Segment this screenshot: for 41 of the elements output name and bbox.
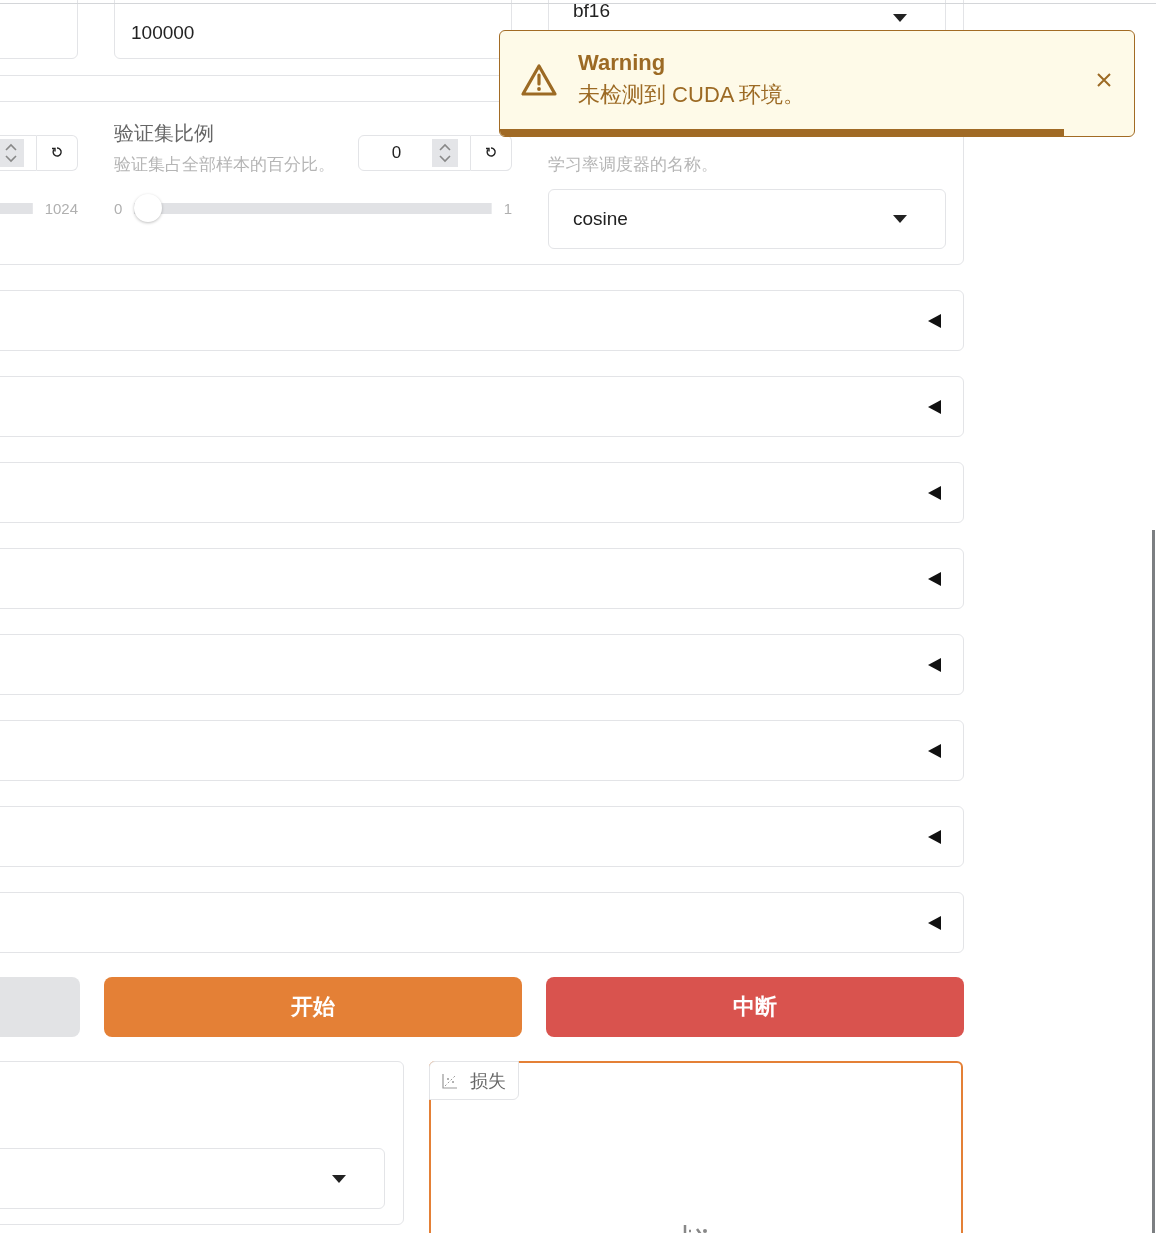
caret-icon: [927, 399, 941, 414]
warning-icon: [520, 62, 558, 97]
caret-icon: [927, 313, 941, 328]
caret-icon: [332, 1174, 346, 1183]
caret-icon: [927, 915, 941, 930]
accordion[interactable]: [0, 376, 964, 437]
accordion[interactable]: [0, 720, 964, 781]
caret-icon: [893, 215, 907, 223]
caret-icon: [893, 14, 907, 22]
close-button[interactable]: [1096, 71, 1112, 88]
caret-icon: [927, 485, 941, 500]
caret-icon: [927, 571, 941, 586]
field-label: 验证集比例: [114, 121, 215, 146]
field-description: 学习率调度器的名称。: [548, 154, 719, 176]
slider-max: 1024: [44, 199, 78, 217]
reset-icon: [485, 146, 497, 158]
caret-icon: [927, 743, 941, 758]
plot-label: 损失: [429, 1061, 519, 1100]
field-description: 验证集占全部样本的百分比。: [114, 154, 335, 176]
caret-icon: [927, 829, 941, 844]
accordion[interactable]: [0, 290, 964, 351]
scrollbar-thumb[interactable]: [1152, 530, 1155, 1233]
action-button[interactable]: 中断: [546, 977, 964, 1037]
accordion[interactable]: [0, 892, 964, 953]
toast-message: 未检测到 CUDA 环境。: [578, 80, 807, 109]
accordion[interactable]: [0, 634, 964, 695]
reset-icon: [51, 146, 63, 158]
close-icon: [1096, 71, 1112, 88]
accordion[interactable]: [0, 548, 964, 609]
slider-min: 0: [114, 199, 123, 217]
dropdown[interactable]: cosine: [548, 189, 946, 249]
reset-button[interactable]: [471, 135, 512, 171]
accordion[interactable]: [0, 806, 964, 867]
toast-title: Warning: [578, 49, 667, 76]
number-field[interactable]: 0: [358, 135, 471, 171]
reset-button[interactable]: [37, 135, 78, 171]
caret-icon: [927, 657, 941, 672]
slider-thumb[interactable]: [134, 194, 163, 222]
accordion[interactable]: [0, 462, 964, 523]
chart-icon: [442, 1072, 458, 1089]
slider-max: 1: [503, 199, 512, 217]
